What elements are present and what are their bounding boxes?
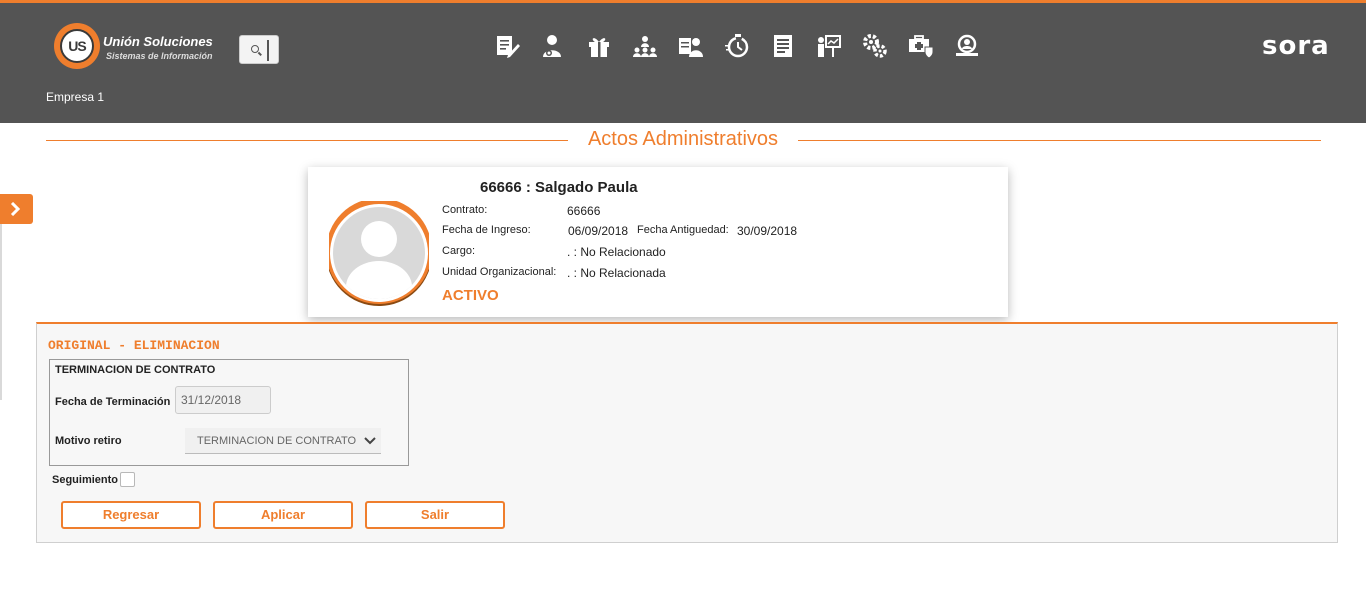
fecha-antiguedad-label: Fecha Antiguedad:	[637, 224, 729, 236]
fecha-terminacion-input[interactable]	[175, 386, 271, 414]
motivo-retiro-label: Motivo retiro	[55, 435, 122, 447]
medical-case-icon[interactable]	[908, 33, 934, 59]
cargo-label: Cargo:	[442, 245, 476, 257]
form-title: ORIGINAL - ELIMINACION	[48, 338, 220, 353]
page-title: Actos Administrativos	[587, 128, 779, 150]
search-button[interactable]	[239, 35, 279, 64]
timer-icon[interactable]	[724, 33, 750, 59]
sidebar-edge	[0, 224, 2, 400]
search-people-icon[interactable]	[954, 33, 980, 59]
logo-subtitle: Sistemas de Información	[106, 51, 213, 61]
contrato-value: 66666	[567, 204, 601, 218]
person-settings-icon[interactable]	[540, 33, 566, 59]
fieldset-title: TERMINACION DE CONTRATO	[55, 364, 216, 376]
contrato-row: Contrato: 66666	[442, 204, 742, 220]
fecha-antiguedad-value: 30/09/2018	[737, 224, 798, 238]
fecha-ingreso-label: Fecha de Ingreso:	[442, 224, 531, 236]
logo-title: Unión Soluciones	[103, 34, 213, 49]
employee-card: 66666 : Salgado Paula Contrato: 66666 Fe…	[308, 167, 1008, 317]
avatar	[326, 198, 432, 311]
motivo-retiro-select[interactable]: TERMINACION DE CONTRATO	[185, 428, 381, 454]
form-panel: ORIGINAL - ELIMINACION TERMINACION DE CO…	[36, 322, 1338, 543]
title-divider-right	[798, 140, 1321, 141]
search-icon	[251, 45, 259, 53]
terminacion-fieldset: TERMINACION DE CONTRATO Fecha de Termina…	[49, 359, 409, 466]
regresar-button[interactable]: Regresar	[61, 501, 201, 529]
unidad-label: Unidad Organizacional:	[442, 266, 557, 278]
chevron-down-icon	[364, 437, 376, 445]
cargo-value: . : No Relacionado	[567, 245, 666, 259]
cargo-row: Cargo: . : No Relacionado	[442, 245, 742, 261]
top-header: US Unión Soluciones Sistemas de Informac…	[0, 0, 1366, 123]
status-badge: ACTIVO	[442, 287, 499, 304]
gift-icon[interactable]	[586, 33, 612, 59]
search-separator	[267, 40, 269, 61]
seguimiento-label: Seguimiento	[52, 474, 119, 486]
contrato-label: Contrato:	[442, 204, 488, 216]
module-nav	[494, 33, 984, 61]
unidad-value: . : No Relacionada	[567, 266, 666, 280]
team-icon[interactable]	[632, 33, 658, 59]
seguimiento-checkbox[interactable]	[120, 472, 135, 487]
company-name: Empresa 1	[46, 90, 105, 104]
union-soluciones-logo[interactable]: US Unión Soluciones Sistemas de Informac…	[54, 23, 219, 71]
person-card-icon[interactable]	[678, 33, 704, 59]
motivo-retiro-value: TERMINACION DE CONTRATO	[197, 435, 357, 447]
gears-icon[interactable]	[862, 33, 888, 59]
fecha-ingreso-value: 06/09/2018	[568, 224, 629, 238]
presentation-icon[interactable]	[816, 33, 842, 59]
unidad-row: Unidad Organizacional: . : No Relacionad…	[442, 266, 742, 282]
title-divider-left	[46, 140, 568, 141]
fecha-ingreso-row: Fecha de Ingreso: 06/09/2018 Fecha Antig…	[442, 224, 822, 240]
employee-name: 66666 : Salgado Paula	[480, 179, 638, 196]
document-list-icon[interactable]	[770, 33, 796, 59]
fecha-terminacion-label: Fecha de Terminación	[55, 396, 171, 408]
sora-brand-logo[interactable]: sora	[1262, 31, 1330, 61]
document-edit-icon[interactable]	[494, 33, 520, 59]
chevron-right-icon	[10, 202, 21, 216]
logo-mark: US	[68, 38, 86, 54]
salir-button[interactable]: Salir	[365, 501, 505, 529]
sidebar-toggle-button[interactable]	[0, 194, 33, 224]
aplicar-button[interactable]: Aplicar	[213, 501, 353, 529]
logo-circle: US	[54, 23, 100, 69]
